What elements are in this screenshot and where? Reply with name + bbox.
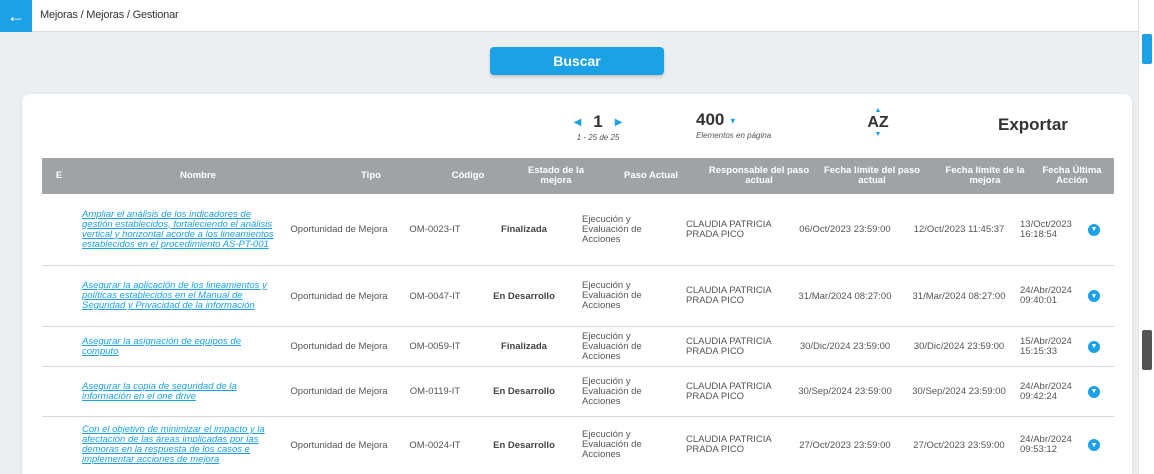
chevron-down-icon[interactable]: ▼ — [1088, 223, 1100, 236]
row-responsable: CLAUDIA PATRICIA PRADA PICO — [686, 380, 772, 402]
row-tipo: Oportunidad de Mejora — [290, 290, 388, 302]
column-header[interactable]: Estado de la mejora — [514, 166, 598, 186]
row-codigo: OM-0119-IT — [409, 386, 461, 397]
prev-page-icon[interactable]: ◀ — [574, 117, 582, 128]
search-button[interactable]: Buscar — [490, 47, 664, 75]
per-page-select[interactable]: 400 ▼ Elementos en página — [696, 110, 786, 142]
page-range: 1 - 25 de 25 — [576, 133, 620, 142]
column-header[interactable]: Fecha límite del paso actual — [814, 166, 930, 186]
column-header[interactable]: Tipo — [320, 171, 422, 181]
per-page-label: Elementos en página — [696, 131, 772, 140]
row-fecha-ultima: 15/Abr/2024 15:15:33 — [1020, 335, 1072, 357]
row-fecha-limite-mejora: 30/Dic/2024 23:59:00 — [913, 341, 1005, 352]
column-header[interactable]: Paso Actual — [598, 171, 704, 181]
table-row[interactable]: Asegurar la asignación de equipos de com… — [42, 327, 1114, 367]
row-tipo: Oportunidad de Mejora — [290, 341, 388, 352]
row-fecha-limite-mejora: 27/Oct/2023 23:59:00 — [913, 439, 1005, 451]
row-fecha-ultima: 13/Oct/2023 16:18:54 — [1020, 218, 1072, 240]
row-tipo: Oportunidad de Mejora — [290, 386, 388, 397]
scrollbar-thumb[interactable] — [1142, 330, 1152, 370]
chevron-down-icon[interactable]: ▼ — [1088, 439, 1100, 451]
next-page-icon[interactable]: ▶ — [615, 117, 623, 128]
row-fecha-ultima: 24/Abr/2024 09:53:12 — [1020, 434, 1072, 455]
column-header[interactable]: Fecha límite de la mejora — [930, 166, 1040, 186]
row-codigo: OM-0024-IT — [409, 439, 461, 451]
row-codigo: OM-0047-IT — [409, 290, 461, 302]
table-body: Ampliar el análisis de los indicadores d… — [42, 194, 1114, 473]
table-row[interactable]: Ampliar el análisis de los indicadores d… — [42, 194, 1114, 266]
right-rail — [1138, 0, 1154, 474]
row-paso: Ejecución y Evaluación de Acciones — [582, 429, 642, 460]
row-fecha-limite-paso: 30/Dic/2024 23:59:00 — [799, 341, 891, 352]
row-fecha-limite-mejora: 31/Mar/2024 08:27:00 — [912, 290, 1006, 302]
column-header[interactable]: E — [42, 171, 76, 181]
row-responsable: CLAUDIA PATRICIA PRADA PICO — [686, 335, 772, 357]
row-name-link[interactable]: Asegurar la copia de seguridad de la inf… — [42, 381, 286, 402]
breadcrumb: Mejoras / Mejoras / Gestionar — [40, 9, 179, 21]
chevron-down-icon[interactable]: ▼ — [1088, 340, 1100, 353]
top-bar: ← Mejoras / Mejoras / Gestionar — [0, 0, 1154, 32]
pagination: ◀ 1 ▶ 1 - 25 de 25 — [553, 112, 643, 142]
chevron-down-icon: ▼ — [728, 116, 737, 126]
sort-down-icon: ▼ — [874, 131, 882, 138]
current-page: 1 — [593, 112, 603, 131]
row-fecha-limite-paso: 30/Sep/2024 23:59:00 — [798, 386, 892, 397]
row-fecha-limite-mejora: 12/Oct/2023 11:45:37 — [913, 224, 1005, 235]
row-codigo: OM-0023-IT — [409, 224, 461, 235]
row-fecha-limite-paso: 31/Mar/2024 08:27:00 — [798, 290, 892, 302]
chevron-down-icon[interactable]: ▼ — [1088, 385, 1100, 398]
row-tipo: Oportunidad de Mejora — [290, 439, 388, 451]
row-responsable: CLAUDIA PATRICIA PRADA PICO — [686, 285, 772, 306]
per-page-value: 400 — [696, 110, 725, 129]
row-name-link[interactable]: Asegurar la aplicación de los lineamient… — [42, 281, 286, 311]
sort-label: AZ — [867, 114, 889, 131]
column-header[interactable]: Responsable del paso actual — [704, 166, 814, 186]
row-name-link[interactable]: Ampliar el análisis de los indicadores d… — [42, 209, 286, 250]
arrow-left-icon[interactable]: ← — [0, 0, 32, 32]
table-row[interactable]: Asegurar la copia de seguridad de la inf… — [42, 367, 1114, 417]
row-paso: Ejecución y Evaluación de Acciones — [582, 375, 642, 407]
row-responsable: CLAUDIA PATRICIA PRADA PICO — [686, 218, 772, 240]
row-fecha-limite-paso: 06/Oct/2023 23:59:00 — [799, 224, 891, 235]
row-fecha-limite-mejora: 30/Sep/2024 23:59:00 — [912, 386, 1006, 397]
table-header: E Nombre Tipo Código Estado de la mejora… — [42, 158, 1114, 194]
row-name-link[interactable]: Asegurar la asignación de equipos de com… — [42, 336, 286, 357]
row-estado: Finalizada — [501, 341, 547, 352]
row-estado: En Desarrollo — [493, 386, 555, 397]
chevron-down-icon[interactable]: ▼ — [1088, 290, 1100, 302]
row-estado: Finalizada — [501, 224, 547, 235]
column-header[interactable]: Nombre — [76, 171, 320, 181]
row-name-link[interactable]: Con el objetivo de minimizar el impacto … — [42, 425, 286, 465]
export-button[interactable]: Exportar — [998, 115, 1068, 135]
side-panel-tab[interactable] — [1142, 34, 1152, 64]
row-fecha-limite-paso: 27/Oct/2023 23:59:00 — [799, 439, 891, 451]
column-header[interactable]: Código — [422, 171, 514, 181]
row-paso: Ejecución y Evaluación de Acciones — [582, 330, 642, 362]
row-paso: Ejecución y Evaluación de Acciones — [582, 213, 642, 245]
column-header[interactable]: Fecha Última Acción — [1040, 166, 1104, 186]
row-estado: En Desarrollo — [493, 439, 555, 451]
row-paso: Ejecución y Evaluación de Acciones — [582, 280, 642, 311]
row-tipo: Oportunidad de Mejora — [290, 224, 388, 235]
table-row[interactable]: Asegurar la aplicación de los lineamient… — [42, 266, 1114, 327]
row-fecha-ultima: 24/Abr/2024 09:40:01 — [1020, 285, 1072, 306]
row-codigo: OM-0059-IT — [409, 341, 461, 352]
row-estado: En Desarrollo — [493, 290, 555, 302]
row-fecha-ultima: 24/Abr/2024 09:42:24 — [1020, 380, 1072, 402]
sort-button[interactable]: ▲ AZ ▼ — [864, 107, 892, 147]
row-responsable: CLAUDIA PATRICIA PRADA PICO — [686, 434, 772, 455]
table-row[interactable]: Con el objetivo de minimizar el impacto … — [42, 417, 1114, 473]
